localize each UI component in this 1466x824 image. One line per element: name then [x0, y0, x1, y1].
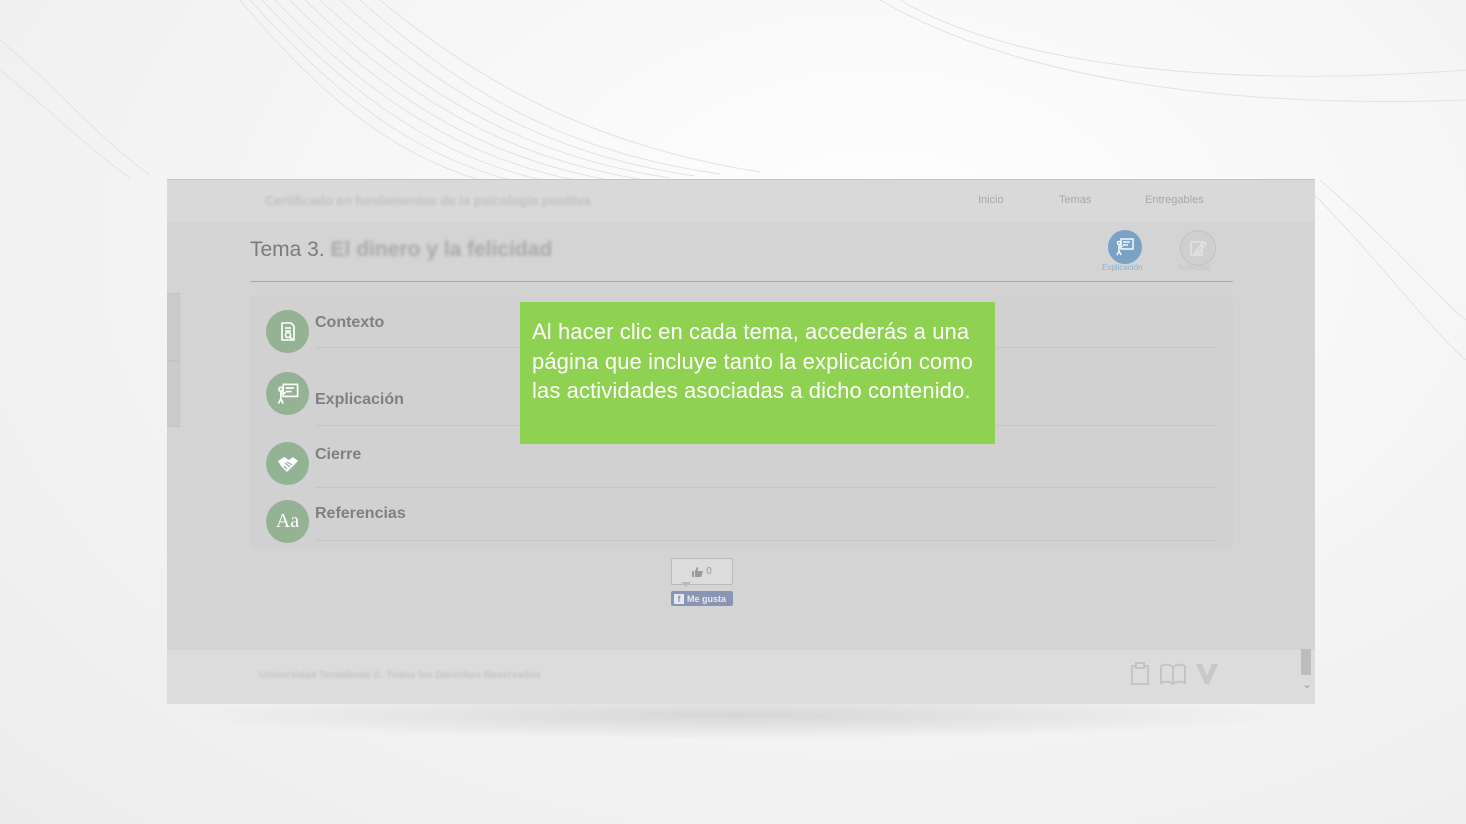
clipboard-icon[interactable] [1129, 662, 1151, 686]
page-title-rest: El dinero y la felicidad [324, 238, 553, 261]
callout-text: Al hacer clic en cada tema, accederás a … [532, 319, 974, 403]
scrollbar-thumb[interactable] [1301, 649, 1311, 675]
scroll-down-arrow[interactable]: ⌄ [1300, 677, 1314, 691]
side-tab[interactable] [167, 293, 180, 361]
facebook-like-button[interactable]: f Me gusta [671, 591, 733, 606]
like-count: 0 [706, 566, 712, 577]
section-label-contexto: Contexto [315, 314, 385, 331]
explicacion-tool-label: Explicación [1102, 263, 1143, 272]
footer: Universidad Tecmilenio ©. Todos los Dere… [167, 650, 1315, 704]
tutorial-callout: Al hacer clic en cada tema, accederás a … [520, 302, 995, 444]
section-icon-circle [266, 310, 309, 353]
facebook-like-label: Me gusta [687, 593, 727, 604]
row-divider [315, 487, 1217, 488]
book-icon[interactable] [1159, 662, 1187, 686]
section-label-referencias: Referencias [315, 505, 406, 522]
nav-entregables[interactable]: Entregables [1145, 194, 1204, 206]
side-tab[interactable] [167, 361, 180, 427]
nav-temas[interactable]: Temas [1059, 194, 1091, 206]
facebook-icon: f [674, 593, 684, 604]
handshake-icon [277, 456, 298, 472]
page-title: Tema 3. El dinero y la felicidad [250, 238, 552, 262]
nav-inicio[interactable]: Inicio [978, 194, 1004, 206]
edit-document-icon [1190, 240, 1207, 256]
section-icon-circle [266, 372, 309, 415]
tecmilenio-logo-icon [1196, 664, 1218, 684]
section-label-cierre: Cierre [315, 446, 362, 463]
title-divider [250, 281, 1233, 282]
course-title: Certificado en fundamentos de la psicolo… [265, 193, 591, 208]
top-navbar: Certificado en fundamentos de la psicolo… [167, 180, 1315, 222]
like-box-pointer [681, 582, 691, 587]
like-count-box: 0 [671, 558, 733, 585]
section-icon-circle: Aa [266, 500, 309, 543]
row-divider [315, 540, 1217, 541]
presentation-board-icon [277, 383, 298, 404]
section-icon-circle [266, 442, 309, 485]
font-aa-icon: Aa [275, 510, 300, 532]
section-row-referencias[interactable]: Aa Referencias [250, 489, 1233, 550]
section-label-explicacion: Explicación [315, 391, 404, 408]
footer-icons [1129, 662, 1219, 686]
presentation-board-icon [1116, 238, 1134, 256]
footer-copyright: Universidad Tecmilenio ©. Todos los Dere… [259, 670, 541, 681]
explicacion-tool-button[interactable] [1108, 230, 1142, 264]
document-search-icon [280, 321, 295, 341]
page-title-prefix: Tema 3. [250, 238, 325, 261]
actividad-tool-label: Actividad [1178, 263, 1211, 272]
thumbs-up-icon [692, 566, 704, 577]
actividad-tool-button[interactable] [1180, 230, 1216, 266]
